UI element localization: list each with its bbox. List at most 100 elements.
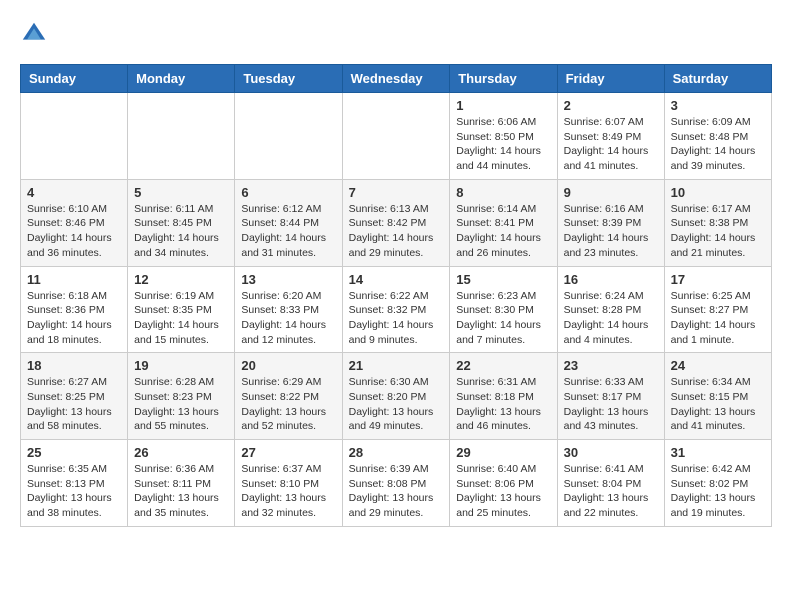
calendar-cell: 21 Sunrise: 6:30 AM Sunset: 8:20 PM Dayli… xyxy=(342,353,450,440)
calendar-cell: 5 Sunrise: 6:11 AM Sunset: 8:45 PM Daylig… xyxy=(128,179,235,266)
day-info: Sunrise: 6:33 AM Sunset: 8:17 PM Dayligh… xyxy=(564,375,658,434)
day-number: 1 xyxy=(456,98,550,113)
calendar-cell: 6Sunrise: 6:12 AM Sunset: 8:44 PM Daylig… xyxy=(235,179,342,266)
day-info: Sunrise: 6:31 AM Sunset: 8:18 PM Dayligh… xyxy=(456,375,550,434)
day-info: Sunrise: 6:16 AM Sunset: 8:39 PM Dayligh… xyxy=(564,202,658,261)
calendar-cell: 14 Sunrise: 6:22 AM Sunset: 8:32 PM Dayli… xyxy=(342,266,450,353)
day-info: Sunrise: 6:24 AM Sunset: 8:28 PM Dayligh… xyxy=(564,289,658,348)
column-header-sunday: Sunday xyxy=(21,65,128,93)
day-info: Sunrise: 6:36 AM Sunset: 8:11 PM Dayligh… xyxy=(134,462,228,521)
calendar-cell: 8 Sunrise: 6:14 AM Sunset: 8:41 PM Daylig… xyxy=(450,179,557,266)
day-number: 9 xyxy=(564,185,658,200)
day-info: Sunrise: 6:14 AM Sunset: 8:41 PM Dayligh… xyxy=(456,202,550,261)
calendar-cell: 30 Sunrise: 6:41 AM Sunset: 8:04 PM Dayli… xyxy=(557,440,664,527)
day-number: 26 xyxy=(134,445,228,460)
logo xyxy=(20,20,52,48)
calendar-cell: 29 Sunrise: 6:40 AM Sunset: 8:06 PM Dayli… xyxy=(450,440,557,527)
day-number: 10 xyxy=(671,185,765,200)
calendar-week-row: 4 Sunrise: 6:10 AM Sunset: 8:46 PM Daylig… xyxy=(21,179,772,266)
column-header-thursday: Thursday xyxy=(450,65,557,93)
calendar-cell: 26 Sunrise: 6:36 AM Sunset: 8:11 PM Dayli… xyxy=(128,440,235,527)
calendar-cell: 1Sunrise: 6:06 AM Sunset: 8:50 PM Daylig… xyxy=(450,93,557,180)
calendar-cell: 23 Sunrise: 6:33 AM Sunset: 8:17 PM Dayli… xyxy=(557,353,664,440)
day-info: Sunrise: 6:19 AM Sunset: 8:35 PM Dayligh… xyxy=(134,289,228,348)
calendar-cell: 11 Sunrise: 6:18 AM Sunset: 8:36 PM Dayli… xyxy=(21,266,128,353)
calendar-cell: 22 Sunrise: 6:31 AM Sunset: 8:18 PM Dayli… xyxy=(450,353,557,440)
day-number: 27 xyxy=(241,445,335,460)
day-info: Sunrise: 6:20 AM Sunset: 8:33 PM Dayligh… xyxy=(241,289,335,348)
calendar-cell: 20 Sunrise: 6:29 AM Sunset: 8:22 PM Dayli… xyxy=(235,353,342,440)
page-header xyxy=(20,20,772,48)
calendar-cell: 18Sunrise: 6:27 AM Sunset: 8:25 PM Dayli… xyxy=(21,353,128,440)
column-header-friday: Friday xyxy=(557,65,664,93)
calendar-cell: 25 Sunrise: 6:35 AM Sunset: 8:13 PM Dayli… xyxy=(21,440,128,527)
day-number: 15 xyxy=(456,272,550,287)
day-info: Sunrise: 6:35 AM Sunset: 8:13 PM Dayligh… xyxy=(27,462,121,521)
calendar-cell xyxy=(21,93,128,180)
calendar-week-row: 11 Sunrise: 6:18 AM Sunset: 8:36 PM Dayli… xyxy=(21,266,772,353)
day-number: 5 xyxy=(134,185,228,200)
day-info: Sunrise: 6:13 AM Sunset: 8:42 PM Dayligh… xyxy=(349,202,444,261)
day-info: Sunrise: 6:11 AM Sunset: 8:45 PM Dayligh… xyxy=(134,202,228,261)
day-info: Sunrise: 6:25 AM Sunset: 8:27 PM Dayligh… xyxy=(671,289,765,348)
day-info: Sunrise: 6:22 AM Sunset: 8:32 PM Dayligh… xyxy=(349,289,444,348)
calendar-cell: 7 Sunrise: 6:13 AM Sunset: 8:42 PM Daylig… xyxy=(342,179,450,266)
calendar-cell: 19 Sunrise: 6:28 AM Sunset: 8:23 PM Dayli… xyxy=(128,353,235,440)
calendar-week-row: 1Sunrise: 6:06 AM Sunset: 8:50 PM Daylig… xyxy=(21,93,772,180)
column-header-saturday: Saturday xyxy=(664,65,771,93)
calendar-cell: 10 Sunrise: 6:17 AM Sunset: 8:38 PM Dayli… xyxy=(664,179,771,266)
day-info: Sunrise: 6:10 AM Sunset: 8:46 PM Dayligh… xyxy=(27,202,121,261)
calendar-header-row: SundayMondayTuesdayWednesdayThursdayFrid… xyxy=(21,65,772,93)
day-number: 17 xyxy=(671,272,765,287)
calendar-week-row: 18Sunrise: 6:27 AM Sunset: 8:25 PM Dayli… xyxy=(21,353,772,440)
day-info: Sunrise: 6:29 AM Sunset: 8:22 PM Dayligh… xyxy=(241,375,335,434)
calendar-cell: 17 Sunrise: 6:25 AM Sunset: 8:27 PM Dayli… xyxy=(664,266,771,353)
column-header-monday: Monday xyxy=(128,65,235,93)
calendar-cell: 27Sunrise: 6:37 AM Sunset: 8:10 PM Dayli… xyxy=(235,440,342,527)
day-info: Sunrise: 6:40 AM Sunset: 8:06 PM Dayligh… xyxy=(456,462,550,521)
calendar-cell: 15Sunrise: 6:23 AM Sunset: 8:30 PM Dayli… xyxy=(450,266,557,353)
column-header-tuesday: Tuesday xyxy=(235,65,342,93)
day-info: Sunrise: 6:17 AM Sunset: 8:38 PM Dayligh… xyxy=(671,202,765,261)
calendar-cell: 3Sunrise: 6:09 AM Sunset: 8:48 PM Daylig… xyxy=(664,93,771,180)
day-info: Sunrise: 6:27 AM Sunset: 8:25 PM Dayligh… xyxy=(27,375,121,434)
day-number: 6 xyxy=(241,185,335,200)
calendar-cell xyxy=(342,93,450,180)
day-number: 19 xyxy=(134,358,228,373)
calendar-cell: 13 Sunrise: 6:20 AM Sunset: 8:33 PM Dayli… xyxy=(235,266,342,353)
day-info: Sunrise: 6:07 AM Sunset: 8:49 PM Dayligh… xyxy=(564,115,658,174)
day-number: 24 xyxy=(671,358,765,373)
day-info: Sunrise: 6:18 AM Sunset: 8:36 PM Dayligh… xyxy=(27,289,121,348)
day-number: 31 xyxy=(671,445,765,460)
calendar-cell xyxy=(128,93,235,180)
day-number: 12 xyxy=(134,272,228,287)
day-number: 8 xyxy=(456,185,550,200)
day-number: 25 xyxy=(27,445,121,460)
day-number: 7 xyxy=(349,185,444,200)
day-number: 22 xyxy=(456,358,550,373)
calendar-week-row: 25 Sunrise: 6:35 AM Sunset: 8:13 PM Dayli… xyxy=(21,440,772,527)
day-number: 4 xyxy=(27,185,121,200)
calendar-cell: 24 Sunrise: 6:34 AM Sunset: 8:15 PM Dayli… xyxy=(664,353,771,440)
calendar-cell: 16 Sunrise: 6:24 AM Sunset: 8:28 PM Dayli… xyxy=(557,266,664,353)
day-number: 2 xyxy=(564,98,658,113)
day-info: Sunrise: 6:30 AM Sunset: 8:20 PM Dayligh… xyxy=(349,375,444,434)
day-number: 13 xyxy=(241,272,335,287)
day-number: 3 xyxy=(671,98,765,113)
day-number: 28 xyxy=(349,445,444,460)
day-info: Sunrise: 6:28 AM Sunset: 8:23 PM Dayligh… xyxy=(134,375,228,434)
day-info: Sunrise: 6:34 AM Sunset: 8:15 PM Dayligh… xyxy=(671,375,765,434)
day-number: 14 xyxy=(349,272,444,287)
day-number: 11 xyxy=(27,272,121,287)
day-number: 21 xyxy=(349,358,444,373)
day-info: Sunrise: 6:41 AM Sunset: 8:04 PM Dayligh… xyxy=(564,462,658,521)
day-number: 16 xyxy=(564,272,658,287)
day-info: Sunrise: 6:42 AM Sunset: 8:02 PM Dayligh… xyxy=(671,462,765,521)
day-number: 30 xyxy=(564,445,658,460)
day-number: 29 xyxy=(456,445,550,460)
day-number: 20 xyxy=(241,358,335,373)
calendar-cell xyxy=(235,93,342,180)
day-info: Sunrise: 6:39 AM Sunset: 8:08 PM Dayligh… xyxy=(349,462,444,521)
calendar-cell: 12 Sunrise: 6:19 AM Sunset: 8:35 PM Dayli… xyxy=(128,266,235,353)
day-number: 23 xyxy=(564,358,658,373)
